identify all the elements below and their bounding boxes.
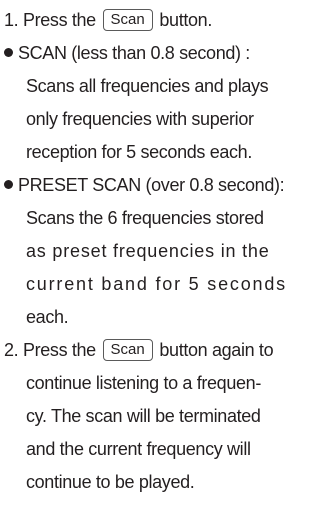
bullet-1-line: only frequencies with superior	[26, 109, 254, 129]
bullet-1-line: reception for 5 seconds each.	[26, 142, 252, 162]
step-2-line: and the current frequency will	[26, 439, 251, 459]
bullet-icon	[4, 48, 13, 57]
step-2-line: continue listening to a frequen-	[26, 373, 261, 393]
bullet-2-line: current band for 5 seconds	[26, 274, 287, 294]
bullet-2-lead-text: PRESET SCAN (over 0.8 second):	[18, 175, 285, 195]
bullet-icon	[4, 180, 13, 189]
bullet-2-lead: PRESET SCAN (over 0.8 second):	[4, 168, 285, 202]
bullet-1-lead: SCAN (less than 0.8 second) :	[4, 36, 250, 70]
step-2-line: continue to be played.	[26, 472, 195, 492]
step-1-prefix: 1. Press the	[4, 10, 96, 30]
scan-button: Scan	[102, 339, 153, 361]
scan-button: Scan	[102, 9, 153, 31]
bullet-1-line: Scans all frequencies and plays	[26, 76, 269, 96]
step-1-line: 1. Press the Scan button.	[4, 3, 212, 37]
bullet-1-lead-text: SCAN (less than 0.8 second) :	[18, 43, 250, 63]
bullet-2-line: Scans the 6 frequencies stored	[26, 208, 264, 228]
bullet-2-line: as preset frequencies in the	[26, 241, 270, 261]
step-2-prefix: 2. Press the	[4, 340, 96, 360]
step-2-line: cy. The scan will be terminated	[26, 406, 261, 426]
step-1-suffix: button.	[159, 10, 212, 30]
step-2-line: 2. Press the Scan button again to	[4, 333, 274, 367]
step-2-suffix: button again to	[159, 340, 274, 360]
bullet-2-line: each.	[26, 307, 69, 327]
